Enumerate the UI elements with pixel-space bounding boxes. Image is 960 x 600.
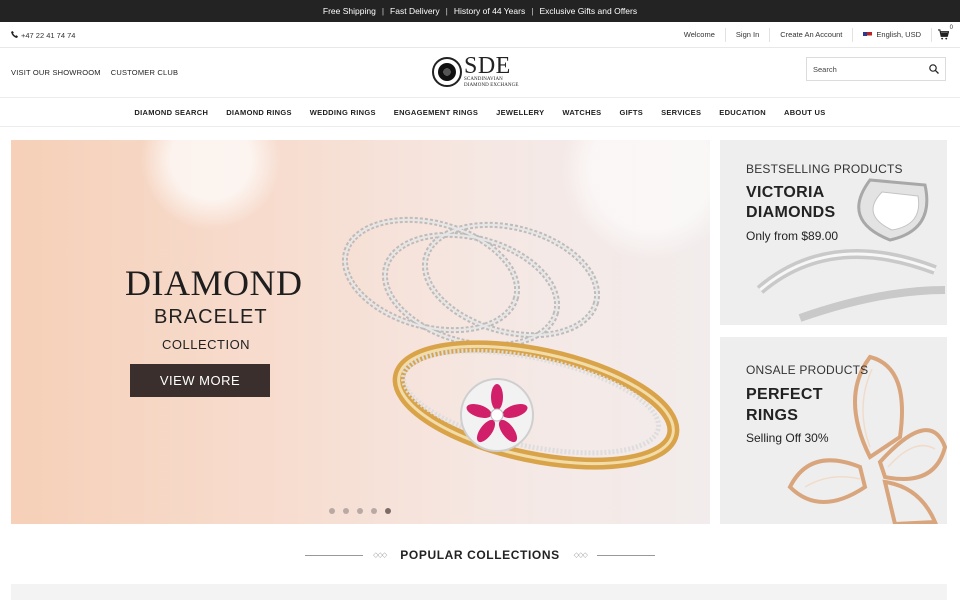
hero-subtitle: BRACELET [154, 306, 268, 328]
cart-icon [938, 29, 950, 40]
promo2-title-2: RINGS [746, 407, 799, 424]
divider-line [596, 554, 655, 556]
search-icon[interactable] [929, 64, 939, 74]
search-input[interactable]: Search [806, 57, 946, 81]
nav-education[interactable]: EDUCATION [710, 108, 775, 117]
sign-in-link[interactable]: Sign In [726, 28, 771, 42]
language-selector[interactable]: English, USD [853, 28, 932, 42]
nav-engagement-rings[interactable]: ENGAGEMENT RINGS [385, 108, 487, 117]
promo2-label: ONSALE PRODUCTS [746, 363, 869, 377]
phone-number: +47 22 41 74 74 [21, 31, 76, 40]
nav-gifts[interactable]: GIFTS [610, 108, 652, 117]
bestselling-promo[interactable]: BESTSELLING PRODUCTS VICTORIA DIAMONDS O… [720, 140, 947, 325]
phone-contact[interactable]: +47 22 41 74 74 [11, 31, 75, 40]
create-account-link[interactable]: Create An Account [770, 28, 854, 42]
nav-about-us[interactable]: ABOUT US [775, 108, 835, 117]
history-text: History of 44 Years [453, 6, 526, 16]
cart-button[interactable]: 0 [938, 25, 953, 41]
bracelet-illustration [341, 216, 680, 470]
nav-watches[interactable]: WATCHES [553, 108, 610, 117]
us-flag-icon [863, 31, 873, 39]
hero-tagline: COLLECTION [162, 337, 251, 352]
carousel-dot[interactable] [371, 508, 377, 514]
promo1-price: Only from $89.00 [746, 229, 839, 243]
nav-jewellery[interactable]: JEWELLERY [487, 108, 553, 117]
popular-collections-heading: ◇◇◇ POPULAR COLLECTIONS ◇◇◇ [0, 540, 960, 570]
promo2-discount: Selling Off 30% [746, 431, 829, 445]
visit-showroom-link[interactable]: VISIT OUR SHOWROOM [11, 68, 101, 77]
promo1-title-2: DIAMONDS [746, 204, 836, 221]
phone-icon [11, 31, 18, 40]
announcement-bar: Free Shipping | Fast Delivery | History … [0, 0, 960, 22]
logo-emblem-icon [432, 57, 462, 87]
nav-diamond-rings[interactable]: DIAMOND RINGS [217, 108, 301, 117]
logo-line-2: DIAMOND EXCHANGE [464, 83, 519, 88]
promo2-title-1: PERFECT [746, 386, 823, 403]
exclusive-gifts-text: Exclusive Gifts and Offers [539, 6, 638, 16]
hero-banner[interactable]: DIAMOND BRACELET COLLECTION VIEW MORE [11, 140, 710, 524]
logo-text: SDE [464, 53, 511, 79]
promo1-title-1: VICTORIA [746, 184, 825, 201]
header-links: VISIT OUR SHOWROOM CUSTOMER CLUB [11, 68, 178, 77]
free-shipping-text: Free Shipping [322, 6, 376, 16]
carousel-dot[interactable] [329, 508, 335, 514]
nav-wedding-rings[interactable]: WEDDING RINGS [301, 108, 385, 117]
hero-title: DIAMOND [125, 263, 303, 303]
carousel-dot-active[interactable] [385, 508, 391, 514]
account-links: Welcome Sign In Create An Account Englis… [674, 25, 953, 42]
cart-count: 0 [949, 25, 953, 31]
onsale-promo[interactable]: ONSALE PRODUCTS PERFECT RINGS Selling Of… [720, 337, 947, 524]
section-title: POPULAR COLLECTIONS [400, 548, 560, 562]
carousel-dots [329, 508, 391, 514]
site-logo[interactable]: SDE SCANDINAVIAN DIAMOND EXCHANGE [432, 53, 519, 89]
view-more-button[interactable]: VIEW MORE [130, 364, 270, 397]
carousel-dot[interactable] [343, 508, 349, 514]
promo1-label: BESTSELLING PRODUCTS [746, 162, 903, 176]
utility-bar: +47 22 41 74 74 Welcome Sign In Create A… [0, 22, 960, 48]
fast-delivery-text: Fast Delivery [390, 6, 440, 16]
collections-strip [11, 584, 947, 600]
main-navigation: DIAMOND SEARCH DIAMOND RINGS WEDDING RIN… [0, 98, 960, 127]
divider-line [305, 554, 364, 556]
carousel-dot[interactable] [357, 508, 363, 514]
customer-club-link[interactable]: CUSTOMER CLUB [111, 68, 178, 77]
welcome-text: Welcome [674, 28, 726, 42]
nav-diamond-search[interactable]: DIAMOND SEARCH [125, 108, 217, 117]
search-placeholder: Search [813, 64, 837, 74]
language-label: English, USD [876, 30, 921, 39]
diamond-ornament-icon: ◇◇◇ [573, 552, 588, 559]
site-header: VISIT OUR SHOWROOM CUSTOMER CLUB SDE SCA… [0, 48, 960, 98]
nav-services[interactable]: SERVICES [652, 108, 710, 117]
diamond-ornament-icon: ◇◇◇ [373, 552, 387, 559]
